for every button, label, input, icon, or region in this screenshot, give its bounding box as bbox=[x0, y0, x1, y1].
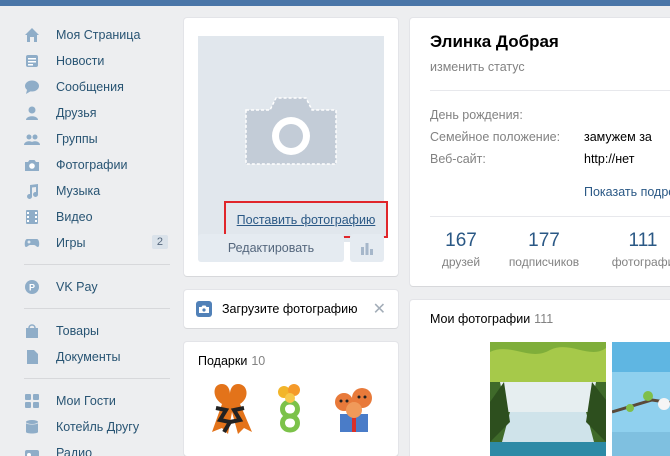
svg-text:P: P bbox=[29, 283, 35, 293]
sidebar-item-label: Товары bbox=[56, 324, 99, 338]
photo-branch[interactable] bbox=[612, 342, 670, 456]
gift-ribbon-icon[interactable] bbox=[202, 380, 258, 436]
bar-chart-icon bbox=[361, 243, 373, 255]
profile-counters: 167 друзей 177 подписчиков 111 фотографи bbox=[410, 230, 670, 286]
sidebar-item-video[interactable]: Видео bbox=[24, 204, 170, 230]
change-status-link[interactable]: изменить статус bbox=[430, 60, 525, 74]
sidebar-item-radio[interactable]: Радио bbox=[24, 440, 170, 456]
gamepad-icon bbox=[24, 235, 40, 251]
profile-divider bbox=[430, 90, 670, 91]
sidebar-item-label: Фотографии bbox=[56, 158, 128, 172]
gift-cats-icon[interactable] bbox=[326, 380, 382, 436]
camera-icon bbox=[24, 157, 40, 173]
sidebar-item-label: Группы bbox=[56, 132, 98, 146]
upload-prompt-text: Загрузите фотографию bbox=[222, 302, 358, 316]
gifts-count: 10 bbox=[251, 354, 266, 368]
sidebar-item-my-guests[interactable]: Мои Гости bbox=[24, 388, 170, 414]
stats-button[interactable] bbox=[350, 234, 384, 262]
sidebar-item-label: Музыка bbox=[56, 184, 101, 198]
friends-counter[interactable]: 167 друзей bbox=[430, 230, 492, 269]
document-icon bbox=[24, 349, 40, 365]
relationship-value[interactable]: замужем за bbox=[584, 130, 652, 144]
top-header-bar bbox=[0, 0, 670, 6]
photos-count: 111 bbox=[534, 312, 554, 326]
counter-number: 111 bbox=[628, 230, 658, 251]
gift-flower-eight-icon[interactable] bbox=[262, 380, 318, 436]
photos-counter[interactable]: 111 фотографи bbox=[606, 230, 670, 269]
show-details-link[interactable]: Показать подро bbox=[584, 185, 670, 199]
home-icon bbox=[24, 27, 40, 43]
sidebar-item-goods[interactable]: Товары bbox=[24, 318, 170, 344]
sidebar-item-news[interactable]: Новости bbox=[24, 48, 170, 74]
profile-info-card: Элинка Добрая изменить статус День рожде… bbox=[410, 18, 670, 286]
photos-title-label: Мои фотографии bbox=[430, 312, 531, 326]
relationship-label: Семейное положение: bbox=[430, 130, 561, 144]
sidebar-item-label: Сообщения bbox=[56, 80, 124, 94]
profile-divider bbox=[430, 216, 670, 217]
sidebar-divider bbox=[24, 308, 170, 309]
sidebar-divider bbox=[24, 264, 170, 265]
gifts-title[interactable]: Подарки 10 bbox=[198, 354, 265, 368]
avatar-placeholder[interactable]: Поставить фотографию bbox=[198, 36, 388, 242]
counter-number: 167 bbox=[445, 230, 477, 251]
sidebar-item-label: Мои Гости bbox=[56, 394, 116, 408]
counter-number: 177 bbox=[528, 230, 560, 251]
sidebar-item-label: Документы bbox=[56, 350, 121, 364]
bag-icon bbox=[24, 323, 40, 339]
upload-photo-link[interactable]: Поставить фотографию bbox=[224, 201, 388, 238]
sidebar-item-vkpay[interactable]: P VK Pay bbox=[24, 274, 170, 300]
gifts-card: Подарки 10 bbox=[184, 342, 398, 456]
avatar-card: Поставить фотографию Редактировать bbox=[184, 18, 398, 276]
profile-name: Элинка Добрая bbox=[430, 32, 559, 51]
sidebar-item-games[interactable]: Игры 2 bbox=[24, 230, 170, 256]
website-value[interactable]: http://нет bbox=[584, 152, 634, 166]
groups-icon bbox=[24, 131, 40, 147]
sidebar-item-label: Новости bbox=[56, 54, 105, 68]
website-label: Веб-сайт: bbox=[430, 152, 486, 166]
news-icon bbox=[24, 53, 40, 69]
photo-waterfall[interactable] bbox=[490, 342, 606, 456]
upload-photo-prompt[interactable]: Загрузите фотографию ✕ bbox=[184, 290, 398, 328]
sidebar-item-cocktail[interactable]: Котейль Другу bbox=[24, 414, 170, 440]
camera-icon bbox=[196, 301, 212, 317]
left-sidebar: Моя Страница Новости Сообщения Друзья Гр… bbox=[24, 22, 170, 456]
sidebar-item-label: Радио bbox=[56, 446, 93, 456]
sidebar-item-friends[interactable]: Друзья bbox=[24, 100, 170, 126]
sidebar-item-label: Игры bbox=[56, 236, 86, 250]
sidebar-item-groups[interactable]: Группы bbox=[24, 126, 170, 152]
sidebar-item-music[interactable]: Музыка bbox=[24, 178, 170, 204]
video-icon bbox=[24, 209, 40, 225]
my-photos-title[interactable]: Мои фотографии 111 bbox=[430, 312, 553, 326]
friends-icon bbox=[24, 105, 40, 121]
apps-icon bbox=[24, 393, 40, 409]
radio-icon bbox=[24, 445, 40, 456]
sidebar-item-label: Друзья bbox=[56, 106, 97, 120]
sidebar-item-label: Видео bbox=[56, 210, 93, 224]
sidebar-divider bbox=[24, 378, 170, 379]
sidebar-item-label: Моя Страница bbox=[56, 28, 141, 42]
gifts-title-label: Подарки bbox=[198, 354, 248, 368]
my-photos-card: Мои фотографии 111 bbox=[410, 300, 670, 456]
vkpay-icon: P bbox=[24, 279, 40, 295]
sidebar-item-photos[interactable]: Фотографии bbox=[24, 152, 170, 178]
followers-counter[interactable]: 177 подписчиков bbox=[502, 230, 586, 269]
sidebar-item-label: VK Pay bbox=[56, 280, 98, 294]
edit-profile-button[interactable]: Редактировать bbox=[198, 234, 344, 262]
counter-label: фотографи bbox=[611, 255, 670, 269]
camera-icon bbox=[245, 97, 337, 165]
birthday-label: День рождения: bbox=[430, 108, 523, 122]
games-count-badge: 2 bbox=[151, 235, 168, 249]
messages-icon bbox=[24, 79, 40, 95]
music-icon bbox=[24, 183, 40, 199]
sidebar-item-messages[interactable]: Сообщения bbox=[24, 74, 170, 100]
close-icon[interactable]: ✕ bbox=[373, 299, 386, 319]
database-icon bbox=[24, 419, 40, 435]
sidebar-item-my-page[interactable]: Моя Страница bbox=[24, 22, 170, 48]
sidebar-item-label: Котейль Другу bbox=[56, 420, 140, 434]
counter-label: друзей bbox=[441, 255, 481, 269]
sidebar-item-documents[interactable]: Документы bbox=[24, 344, 170, 370]
counter-label: подписчиков bbox=[508, 255, 580, 269]
